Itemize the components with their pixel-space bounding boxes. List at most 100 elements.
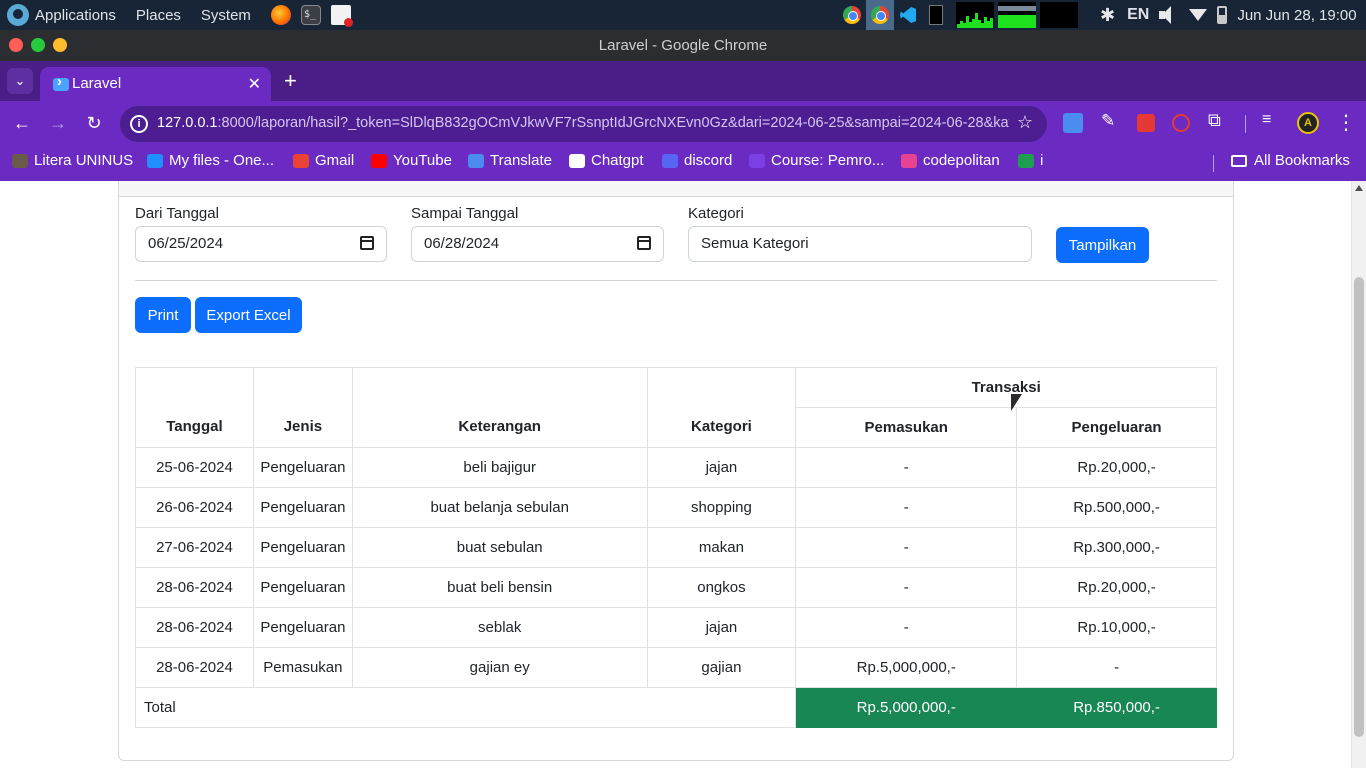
blocker-extension-icon[interactable] [1172,114,1190,132]
cpu-monitor-graph [956,2,994,28]
clock[interactable]: Jun Jun 28, 19:00 [1237,7,1356,24]
color-picker-extension-icon[interactable]: ✎ [1101,111,1121,131]
cell-jenis: Pemasukan [252,647,353,688]
forward-button[interactable]: → [46,111,70,135]
cell-pemasukan: - [795,527,1018,568]
text-editor-launcher-icon[interactable] [330,5,353,27]
bookmark-youtube[interactable]: YouTube [371,152,452,169]
url-host: 127.0.0.1 [157,115,218,131]
cell-pengeluaran: Rp.20,000,- [1016,447,1217,488]
menu-applications[interactable]: Applications [35,7,116,24]
print-button[interactable]: Print [135,297,191,333]
wifi-icon[interactable] [1189,9,1208,21]
cell-tanggal: 28-06-2024 [135,607,254,648]
back-button[interactable]: ← [10,111,34,135]
close-tab-icon[interactable]: ✕ [248,74,261,94]
media-controls-icon[interactable]: ≡ [1262,111,1282,131]
bookmark-course[interactable]: Course: Pemro... [749,152,884,169]
total-pemasukan: Rp.5,000,000,- [795,687,1018,728]
firefox-launcher-icon[interactable] [270,5,291,25]
bookmark-translate[interactable]: Translate [468,152,552,169]
address-bar[interactable]: i 127.0.0.1:8000/laporan/hasil?_token=Sl… [120,106,1047,142]
cell-tanggal: 28-06-2024 [135,647,254,688]
to-date-input[interactable]: 06/28/2024 [411,226,664,262]
tab-search-button[interactable]: ⌄ [7,68,33,94]
volume-icon[interactable] [1157,5,1181,25]
cell-pemasukan: - [795,487,1018,528]
terminal-launcher-icon[interactable]: $_ [300,5,321,25]
google-translate-extension-icon[interactable] [1063,113,1083,133]
scroll-up-arrow-icon[interactable] [1355,185,1363,191]
cell-kategori: makan [646,527,797,568]
address-url[interactable]: 127.0.0.1:8000/laporan/hasil?_token=SlDl… [157,115,1009,131]
battery-icon[interactable] [1217,6,1228,24]
bookmark-label: Chatgpt [591,152,644,169]
export-excel-button[interactable]: Export Excel [195,297,302,333]
category-select[interactable]: Semua Kategori [688,226,1032,262]
os-logo-icon[interactable] [7,4,29,26]
calendar-icon[interactable] [360,236,374,250]
all-bookmarks-button[interactable]: All Bookmarks [1231,152,1350,169]
taskbar-chrome-window[interactable] [838,0,866,30]
total-pengeluaran: Rp.850,000,- [1016,687,1217,728]
bookmark-i[interactable]: i [1018,152,1043,169]
reload-button[interactable]: ↻ [82,111,106,135]
bookmark-favicon-icon [468,153,484,168]
report-table: Tanggal Jenis Keterangan Kategori Transa… [134,367,1217,728]
extensions-puzzle-icon[interactable]: ⧉ [1208,110,1228,130]
lock-extension-icon[interactable] [1137,114,1155,132]
browser-toolbar: ← → ↻ i 127.0.0.1:8000/laporan/hasil?_to… [0,101,1366,146]
os-top-panel: Applications Places System $_ ✱ EN Jun J… [0,0,1366,30]
scrollbar-thumb[interactable] [1354,277,1364,737]
chrome-menu-icon[interactable]: ⋮ [1336,110,1356,135]
bookmark-codepolitan[interactable]: codepolitan [901,152,1000,169]
bluetooth-icon[interactable]: ✱ [1100,5,1115,26]
cell-kategori: jajan [646,447,797,488]
table-row: 27-06-2024 Pengeluaran buat sebulan maka… [135,527,1217,568]
bookmark-favicon-icon [1018,153,1034,168]
bookmark-star-icon[interactable]: ☆ [1017,112,1033,133]
window-titlebar: Laravel - Google Chrome [0,30,1366,61]
calendar-icon[interactable] [637,236,651,250]
from-date-input[interactable]: 06/25/2024 [135,226,387,262]
category-value: Semua Kategori [701,235,809,252]
tab-laravel[interactable]: Laravel ✕ [40,67,271,101]
card-header [119,181,1233,197]
header-tanggal: Tanggal [135,367,254,448]
bookmark-favicon-icon [12,153,28,168]
new-tab-button[interactable]: + [284,68,297,94]
cell-jenis: Pengeluaran [252,447,353,488]
bookmark-chatgpt[interactable]: Chatgpt [569,152,644,169]
cell-keterangan: buat belanja sebulan [351,487,648,528]
taskbar-vscode-window[interactable] [894,0,922,30]
bookmark-onedrive[interactable]: My files - One... [147,152,274,169]
cell-tanggal: 28-06-2024 [135,567,254,608]
tab-title: Laravel [72,75,122,92]
cell-keterangan: buat sebulan [351,527,648,568]
profile-avatar[interactable]: A [1297,112,1319,134]
menu-places[interactable]: Places [136,7,181,24]
taskbar-chrome-window-active[interactable] [866,0,894,30]
cell-jenis: Pengeluaran [252,567,353,608]
cell-pemasukan: - [795,447,1018,488]
url-path: :8000/laporan/hasil?_token=SlDlqB832gOCm… [217,115,1009,131]
bookmark-discord[interactable]: discord [662,152,732,169]
bookmark-label: Course: Pemro... [771,152,885,169]
taskbar-blank-window[interactable] [922,0,950,30]
bookmark-favicon-icon [293,153,309,168]
tampilkan-button[interactable]: Tampilkan [1056,227,1149,263]
site-info-icon[interactable]: i [130,115,148,133]
cell-pengeluaran: - [1016,647,1217,688]
bookmark-label: codepolitan [923,152,1000,169]
window-title: Laravel - Google Chrome [598,37,768,54]
table-row: 25-06-2024 Pengeluaran beli bajigur jaja… [135,447,1217,488]
menu-system[interactable]: System [201,7,251,24]
cell-jenis: Pengeluaran [252,607,353,648]
keyboard-layout-indicator[interactable]: EN [1127,6,1149,24]
bookmark-gmail[interactable]: Gmail [293,152,354,169]
page-scrollbar[interactable] [1351,181,1366,768]
bookmark-litera-uninus[interactable]: Litera UNINUS [12,152,133,169]
folder-icon [1231,154,1247,167]
header-pemasukan: Pemasukan [795,407,1018,448]
bookmark-favicon-icon [147,153,163,168]
